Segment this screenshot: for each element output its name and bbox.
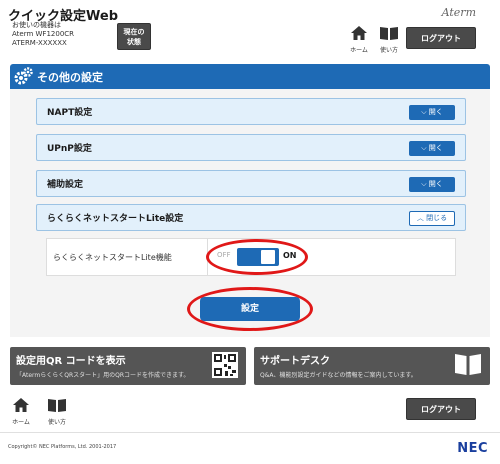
help-nav-button[interactable]: 使い方 xyxy=(376,25,402,54)
footer-logout-button[interactable]: ログアウト xyxy=(406,398,476,420)
home-nav-button[interactable]: ホーム xyxy=(346,25,372,54)
collapse-label: 閉じる xyxy=(426,214,448,222)
current-status-button[interactable]: 現在の状態 xyxy=(117,23,151,50)
accordion-label: らくらくネットスタートLite設定 xyxy=(47,214,184,224)
support-desk-tile[interactable]: サポートデスク Q&A、機能別設定ガイドなどの情報をご案内しています。 xyxy=(254,347,490,385)
qr-code-tile[interactable]: 設定用QR コードを表示 「AtermらくらくQRスタート」用のQRコードを作成… xyxy=(10,347,246,385)
accordion-upnp[interactable]: UPnP設定 ⌵ 開く xyxy=(36,134,466,161)
gear-icon xyxy=(14,67,33,85)
copyright: Copyright© NEC Platforms, Ltd. 2001-2017 xyxy=(8,444,117,450)
device-label: お使いの機器は xyxy=(12,21,61,29)
footer-help-button[interactable]: 使い方 xyxy=(44,397,70,426)
home-icon xyxy=(351,26,367,40)
accordion-label: UPnP設定 xyxy=(47,144,92,154)
expand-label: 開く xyxy=(428,144,443,152)
footer-bar: Copyright© NEC Platforms, Ltd. 2001-2017… xyxy=(0,432,500,464)
home-icon xyxy=(13,398,29,412)
device-id: ATERM-XXXXXX xyxy=(12,39,67,47)
footer-home-button[interactable]: ホーム xyxy=(8,397,34,426)
expand-button[interactable]: ⌵ 開く xyxy=(409,177,455,192)
section-header: その他の設定 xyxy=(10,64,490,89)
current-status-label: 現在の状態 xyxy=(123,28,145,46)
header: クイック設定Web お使いの機器は Aterm WF1200CR ATERM-X… xyxy=(0,0,500,58)
expand-label: 開く xyxy=(428,180,443,188)
chevron-up-icon: ︿ xyxy=(416,214,424,222)
qr-code-icon xyxy=(212,352,238,378)
accordion-rakuraku[interactable]: らくらくネットスタートLite設定 ︿ 閉じる xyxy=(36,204,466,231)
tile-title: サポートデスク xyxy=(260,356,330,367)
device-info: お使いの機器は Aterm WF1200CR ATERM-XXXXXX xyxy=(12,21,74,48)
logout-button[interactable]: ログアウト xyxy=(406,27,476,49)
device-model: Aterm WF1200CR xyxy=(12,30,75,38)
expand-label: 開く xyxy=(428,108,443,116)
book-icon xyxy=(48,399,66,412)
accordion-napt[interactable]: NAPT設定 ⌵ 開く xyxy=(36,98,466,125)
book-icon xyxy=(455,354,481,375)
chevron-down-icon: ⌵ xyxy=(421,108,427,116)
collapse-button[interactable]: ︿ 閉じる xyxy=(409,211,455,226)
expand-button[interactable]: ⌵ 開く xyxy=(409,141,455,156)
highlight-circle xyxy=(206,239,308,275)
tile-description: 「AtermらくらくQRスタート」用のQRコードを作成できます。 xyxy=(16,372,190,379)
tile-title: 設定用QR コードを表示 xyxy=(16,356,126,367)
footer-home-label: ホーム xyxy=(12,419,30,426)
footer-help-label: 使い方 xyxy=(47,419,66,426)
setting-label: らくらくネットスタートLite機能 xyxy=(53,253,172,262)
nec-logo: NEC xyxy=(457,441,488,456)
chevron-down-icon: ⌵ xyxy=(421,144,427,152)
accordion-label: NAPT設定 xyxy=(47,108,93,118)
highlight-circle xyxy=(187,287,313,331)
home-nav-label: ホーム xyxy=(350,47,368,54)
accordion-auxiliary[interactable]: 補助設定 ⌵ 開く xyxy=(36,170,466,197)
help-nav-label: 使い方 xyxy=(379,47,398,54)
book-icon xyxy=(380,27,398,40)
expand-button[interactable]: ⌵ 開く xyxy=(409,105,455,120)
accordion-label: 補助設定 xyxy=(47,180,84,190)
section-title: その他の設定 xyxy=(37,71,103,84)
tile-description: Q&A、機能別設定ガイドなどの情報をご案内しています。 xyxy=(260,372,417,379)
chevron-down-icon: ⌵ xyxy=(421,180,427,188)
brand-logo: Aterm xyxy=(441,6,476,19)
